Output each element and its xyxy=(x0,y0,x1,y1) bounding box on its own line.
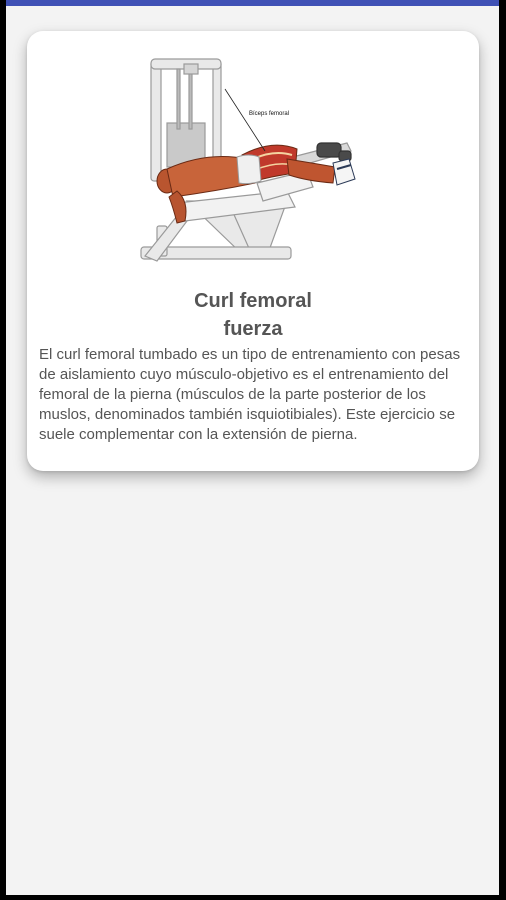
exercise-category: fuerza xyxy=(223,318,283,340)
exercise-description: El curl femoral tumbado es un tipo de en… xyxy=(39,346,461,443)
exercise-illustration: Bíceps femoral xyxy=(140,58,356,262)
app-screen: Bíceps femoral Curl femoral fuerza El cu… xyxy=(0,0,506,900)
app-bar-strip xyxy=(6,0,499,6)
exercise-card[interactable]: Bíceps femoral Curl femoral fuerza El cu… xyxy=(27,31,479,471)
label-pointer-line xyxy=(224,88,266,152)
exercise-title: Curl femoral xyxy=(194,290,312,312)
muscle-label: Bíceps femoral xyxy=(249,111,289,117)
